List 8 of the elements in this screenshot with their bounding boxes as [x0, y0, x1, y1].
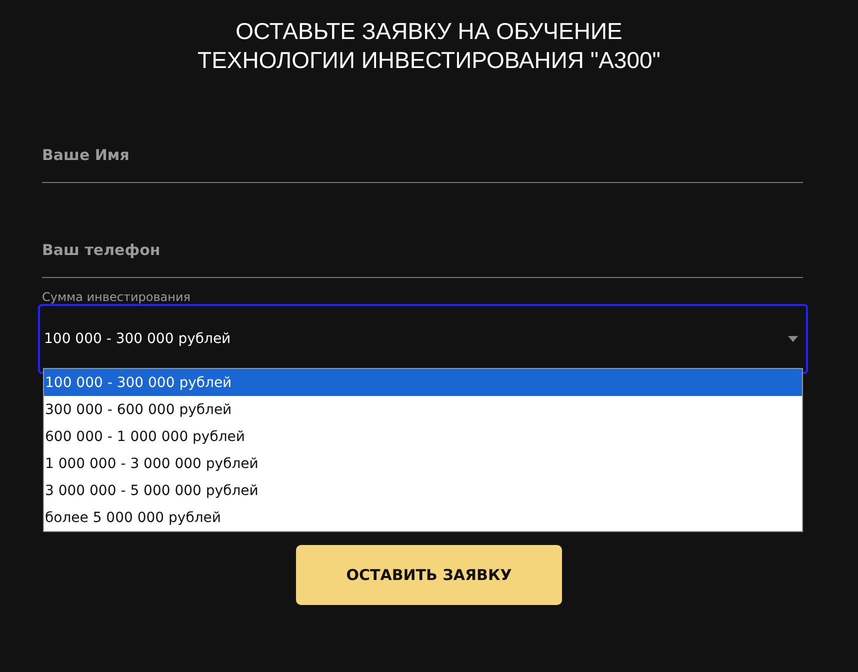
dropdown-option[interactable]: 100 000 - 300 000 рублей	[44, 369, 802, 396]
caret-icon	[788, 336, 798, 342]
form-title: ТЕХНОЛОГИИ ИНВЕСТИРОВАНИЯ "А300"	[198, 46, 660, 75]
select-label: Сумма инвестирования	[42, 290, 190, 304]
submit-button[interactable]: ОСТАВИТЬ ЗАЯВКУ	[296, 545, 562, 605]
form-title: ОСТАВЬТЕ ЗАЯВКУ НА ОБУЧЕНИЕ	[236, 17, 622, 46]
input-field[interactable]: Ваше Имя	[42, 127, 803, 183]
input-field[interactable]: Ваш телефон	[42, 222, 803, 278]
